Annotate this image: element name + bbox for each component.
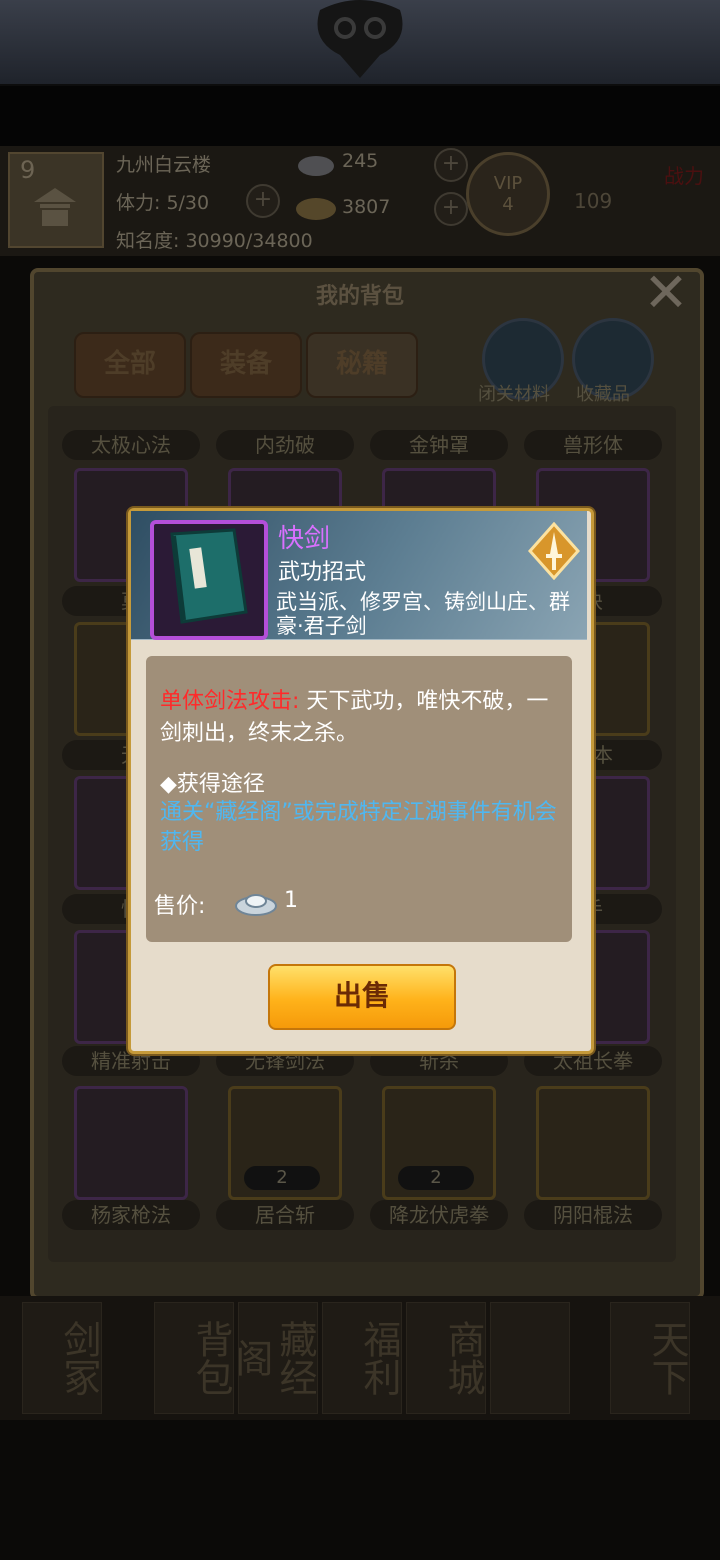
tab-manuals[interactable]: 秘籍 <box>306 332 418 398</box>
vip-label: VIP <box>493 173 523 194</box>
player-name: 九州白云楼 <box>116 154 212 176</box>
tab-equipment[interactable]: 装备 <box>190 332 302 398</box>
silver-ingot-icon <box>298 156 334 176</box>
silver-ingot-icon <box>235 894 277 916</box>
item-name: 内劲破 <box>216 430 354 460</box>
acquire-text: 通关“藏经阁”或完成特定江湖事件有机会获得 <box>160 800 557 855</box>
seclusion-materials-label: 闭关材料 <box>478 384 550 405</box>
nav-item-library[interactable]: 藏经阁 <box>229 1302 318 1414</box>
sword-icon <box>528 522 580 580</box>
vip-level: 4 <box>502 194 514 215</box>
building-icon <box>34 188 76 226</box>
power-label: 战力 <box>664 164 704 188</box>
stamina-text: 体力: 5/30 <box>116 192 210 214</box>
item-name: 兽形体 <box>524 430 662 460</box>
gold-ingot-icon <box>296 198 336 220</box>
item-description: 单体剑法攻击: 天下武功，唯快不破，一剑刺出，终末之杀。 <box>160 686 560 750</box>
nav-item-welfare[interactable]: 福利 <box>322 1302 402 1414</box>
tab-all[interactable]: 全部 <box>74 332 186 398</box>
item-name: 降龙伏虎拳 <box>370 1200 508 1230</box>
panel-title: 我的背包 <box>315 284 404 309</box>
acquire-title: ◆获得途径 <box>160 772 265 797</box>
divider <box>0 86 720 146</box>
add-silver-button[interactable]: + <box>434 148 468 182</box>
item-name: 阴阳棍法 <box>524 1200 662 1230</box>
item-name: 金钟罩 <box>370 430 508 460</box>
nav-item-extra[interactable] <box>490 1302 570 1414</box>
add-gold-button[interactable]: + <box>434 192 468 226</box>
nav-item-jianzhong[interactable]: 剑冢 <box>22 1302 102 1414</box>
item-name: 太极心法 <box>62 430 200 460</box>
gold-value: 3807 <box>342 196 391 218</box>
power-display: 战力 109 <box>574 160 714 230</box>
effect-label: 单体剑法攻击: <box>160 689 300 714</box>
item-slot[interactable] <box>536 1086 650 1200</box>
book-icon <box>170 528 248 624</box>
price-value: 1 <box>284 888 298 913</box>
add-stamina-button[interactable]: + <box>246 184 280 218</box>
item-name-title: 快剑 <box>278 524 331 554</box>
item-count: 2 <box>244 1166 320 1190</box>
close-icon[interactable]: ✕ <box>636 264 696 324</box>
cloud-ornament-icon <box>317 0 403 78</box>
item-count: 2 <box>398 1166 474 1190</box>
power-value: 109 <box>574 189 613 213</box>
price-label: 售价: <box>154 894 206 919</box>
vip-badge[interactable]: VIP 4 <box>466 152 550 236</box>
item-icon-frame <box>150 520 268 640</box>
silver-value: 245 <box>342 150 379 172</box>
sell-button[interactable]: 出售 <box>268 964 456 1030</box>
item-slot[interactable] <box>74 1086 188 1200</box>
nav-item-world[interactable]: 天下 <box>610 1302 690 1414</box>
item-name: 杨家枪法 <box>62 1200 200 1230</box>
item-name: 居合斩 <box>216 1200 354 1230</box>
fame-text: 知名度: 30990/34800 <box>116 230 313 252</box>
collectibles-label: 收藏品 <box>576 384 630 405</box>
player-level: 9 <box>20 156 36 184</box>
item-schools: 武当派、修罗宫、铸剑山庄、群豪·君子剑 <box>276 590 570 638</box>
nav-item-bag[interactable]: 背包 <box>154 1302 234 1414</box>
nav-item-shop[interactable]: 商城 <box>406 1302 486 1414</box>
item-type: 武功招式 <box>278 560 367 585</box>
